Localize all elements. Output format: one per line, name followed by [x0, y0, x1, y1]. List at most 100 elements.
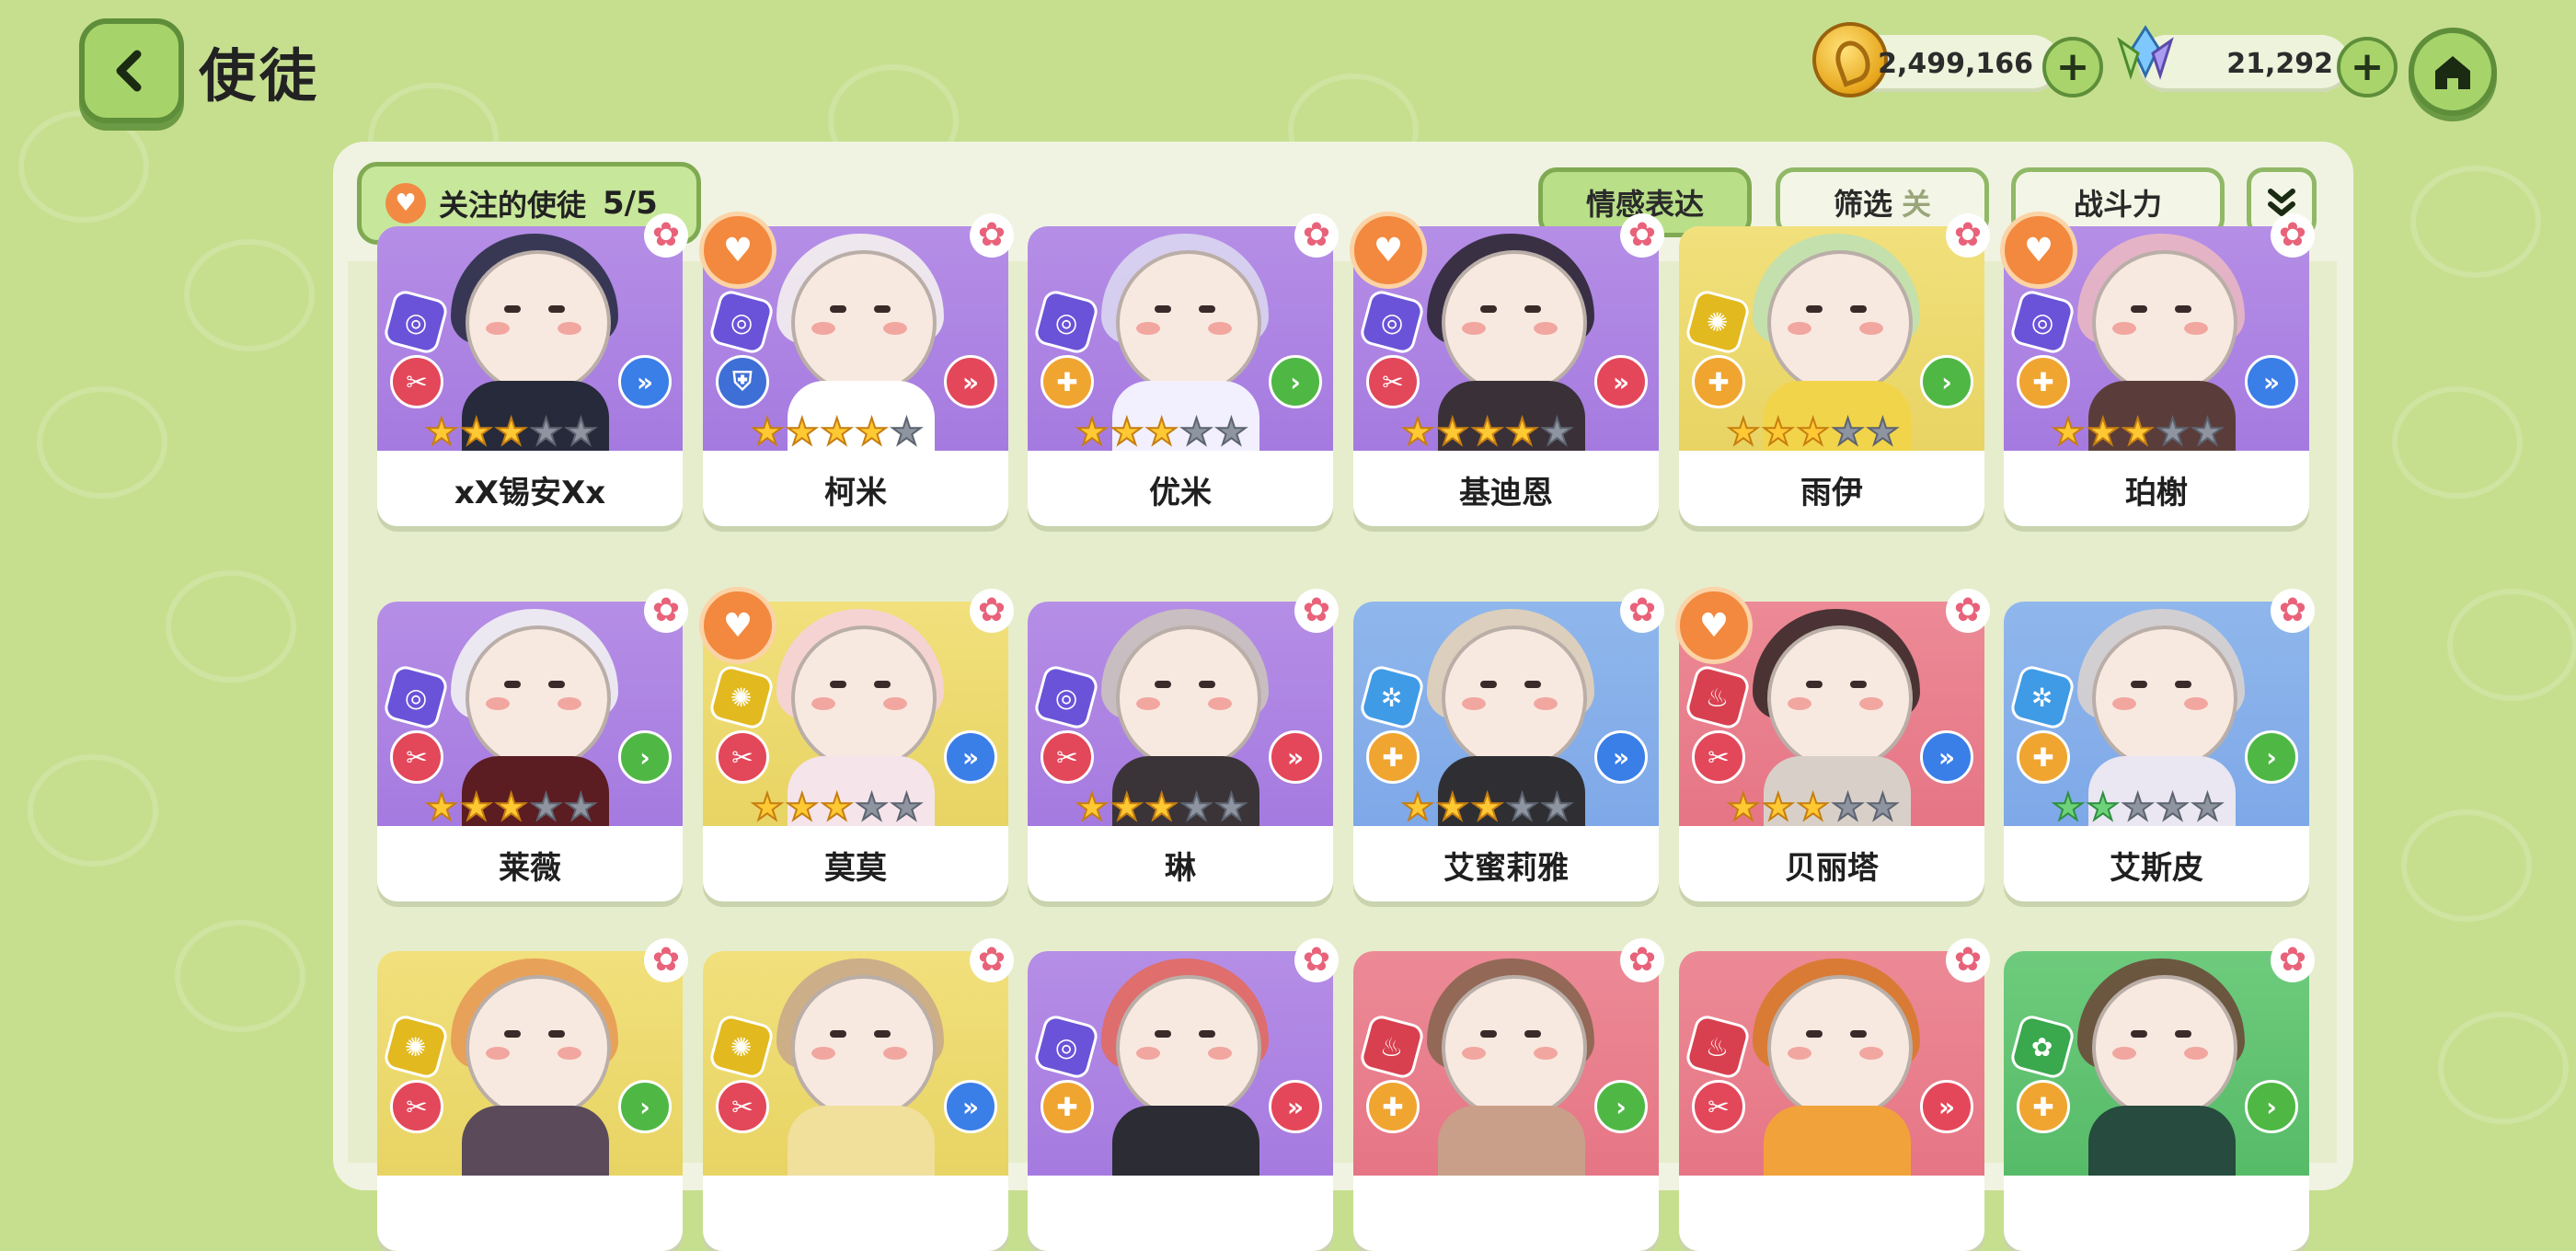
star-icon: ★ — [494, 411, 529, 453]
portrait-face — [2092, 975, 2237, 1120]
apostle-card[interactable]: ◎ ✂» ★ ★ ★ ★ ★ 琳 ✿ — [1028, 589, 1339, 901]
apostle-card[interactable]: ◎ ✂ › ★ ★ ★ ★ ★ 莱薇 ✿ — [377, 589, 688, 901]
portrait-blush — [2184, 697, 2208, 710]
apostle-card[interactable]: ◎ ⛨» ★ ★ ★ ★ ★ 柯米 ♥ ✿ — [699, 212, 1014, 526]
apostle-card[interactable]: ✲ ✚» ★ ★ ★ ★ ★ 艾蜜莉雅 ✿ — [1353, 589, 1664, 901]
crystal-currency: 21,292 + — [2110, 25, 2398, 98]
apostle-card[interactable]: ✺ ✂» ✿ — [703, 938, 1014, 1251]
apostle-card[interactable]: ♨ ✂» ★ ★ ★ ★ ★ 贝丽塔 ♥ ✿ — [1675, 587, 1990, 901]
favorite-heart-icon[interactable]: ♥ — [1350, 212, 1427, 289]
star-rating: ★ ★ ★ ★ ★ — [1726, 411, 1900, 453]
portrait-body — [2088, 1106, 2236, 1176]
apostle-card[interactable]: ✺ ✚ › ★ ★ ★ ★ ★ 雨伊 ✿ — [1679, 213, 1990, 526]
star-icon: ★ — [820, 786, 855, 829]
portrait-face — [2092, 626, 2237, 771]
heal-role-icon: ✚ — [1041, 1080, 1094, 1133]
blade-role-icon: ✂ — [1692, 1080, 1745, 1133]
power-label: 战斗力 — [2073, 187, 2162, 222]
portrait-blush — [2112, 322, 2136, 335]
favorite-heart-icon[interactable]: ♥ — [699, 587, 776, 664]
mid-position-icon: › — [1269, 355, 1322, 408]
star-icon: ★ — [785, 786, 820, 829]
blade-role-icon: ✂ — [716, 1080, 769, 1133]
star-icon: ★ — [1470, 786, 1505, 829]
mid-position-icon: › — [618, 1080, 672, 1133]
home-button[interactable] — [2409, 28, 2497, 116]
apostle-card[interactable]: ♨ ✚ › ✿ — [1353, 938, 1664, 1251]
star-icon: ★ — [1179, 411, 1214, 453]
portrait-body — [1438, 1106, 1585, 1176]
portrait-blush — [1859, 1047, 1883, 1060]
apostle-card[interactable]: ✿ ✚ › ✿ — [2004, 938, 2315, 1251]
portrait-face — [791, 975, 937, 1120]
apostle-card[interactable]: ✺ ✂» ★ ★ ★ ★ ★ 莫莫 ♥ ✿ — [699, 587, 1014, 901]
star-icon: ★ — [1796, 786, 1831, 829]
apostle-name: 柯米 — [824, 474, 887, 511]
portrait-blush — [1859, 697, 1883, 710]
apostle-card[interactable]: ◎ ✚» ✿ — [1028, 938, 1339, 1251]
apostle-card[interactable]: ◎ ✚ › ★ ★ ★ ★ ★ 优米 ✿ — [1028, 213, 1339, 526]
star-icon: ★ — [1435, 786, 1470, 829]
mid-position-icon: › — [1920, 355, 1973, 408]
star-rating: ★ ★ ★ ★ ★ — [1400, 413, 1574, 452]
portrait-blush — [1462, 322, 1486, 335]
apostle-card[interactable]: ◎ ✂» ★ ★ ★ ★ ★ xX锡安Xx ✿ — [377, 213, 688, 526]
shield-role-icon: ⛨ — [716, 355, 769, 408]
portrait-eye — [1806, 681, 1823, 688]
apostle-name: 艾斯皮 — [2110, 849, 2203, 887]
portrait-face — [2092, 250, 2237, 396]
apostle-card[interactable]: ♨ ✂» ✿ — [1679, 938, 1990, 1251]
star-icon: ★ — [750, 786, 785, 829]
favorite-heart-icon[interactable]: ♥ — [699, 212, 776, 289]
star-icon: ★ — [1865, 786, 1900, 829]
affection-flower-icon: ✿ — [1946, 213, 1990, 258]
star-icon: ★ — [1144, 786, 1179, 829]
portrait-blush — [1788, 697, 1811, 710]
portrait-eye — [504, 305, 521, 313]
affection-flower-icon: ✿ — [1620, 589, 1664, 633]
portrait-eye — [1155, 305, 1171, 313]
star-icon: ★ — [855, 411, 890, 453]
apostle-card[interactable]: ◎ ✂» ★ ★ ★ ★ ★ 基迪恩 ♥ ✿ — [1350, 212, 1664, 526]
favorite-heart-icon[interactable]: ♥ — [1675, 587, 1753, 664]
affection-flower-icon: ✿ — [2271, 938, 2315, 982]
heal-role-icon: ✚ — [1366, 730, 1420, 784]
page-title: 使徒 — [199, 42, 321, 109]
portrait-face — [1767, 626, 1913, 771]
portrait-eye — [2175, 1030, 2191, 1038]
star-rating: ★ ★ ★ ★ ★ — [1400, 786, 1574, 829]
portrait-eye — [1524, 681, 1541, 688]
star-icon: ★ — [1761, 786, 1796, 829]
portrait-blush — [883, 1047, 907, 1060]
star-rating: ★ ★ ★ ★ ★ — [2051, 786, 2225, 829]
star-rating: ★ ★ ★ ★ ★ — [424, 411, 598, 453]
apostle-card[interactable]: ◎ ✚» ★ ★ ★ ★ ★ 珀榭 ♥ ✿ — [2000, 212, 2315, 526]
heal-role-icon: ✚ — [1366, 1080, 1420, 1133]
apostle-card[interactable]: ✺ ✂ › ✿ — [377, 938, 688, 1251]
star-icon: ★ — [2156, 786, 2191, 829]
blade-role-icon: ✂ — [1366, 355, 1420, 408]
portrait-blush — [2184, 322, 2208, 335]
apostle-name: 琳 — [1165, 849, 1196, 887]
star-icon: ★ — [1865, 411, 1900, 453]
front-position-icon: » — [944, 730, 997, 784]
portrait-eye — [830, 681, 846, 688]
portrait-blush — [883, 697, 907, 710]
favorites-label: 关注的使徒 — [439, 188, 587, 223]
portrait-blush — [1788, 322, 1811, 335]
favorite-heart-icon[interactable]: ♥ — [2000, 212, 2077, 289]
portrait-blush — [486, 697, 510, 710]
portrait-blush — [883, 322, 907, 335]
chevron-left-icon — [116, 50, 142, 92]
portrait-blush — [811, 697, 835, 710]
add-crystal-button[interactable]: + — [2337, 37, 2398, 98]
apostle-card[interactable]: ✲ ✚ › ★ ★ ★ ★ ★ 艾斯皮 ✿ — [2004, 589, 2315, 901]
portrait-eye — [2175, 305, 2191, 313]
star-icon: ★ — [1179, 786, 1214, 829]
portrait-eye — [504, 1030, 521, 1038]
back-button[interactable] — [79, 18, 184, 123]
star-icon: ★ — [1213, 786, 1248, 829]
heal-role-icon: ✚ — [1692, 355, 1745, 408]
add-gold-button[interactable]: + — [2042, 37, 2103, 98]
heal-role-icon: ✚ — [2017, 355, 2070, 408]
